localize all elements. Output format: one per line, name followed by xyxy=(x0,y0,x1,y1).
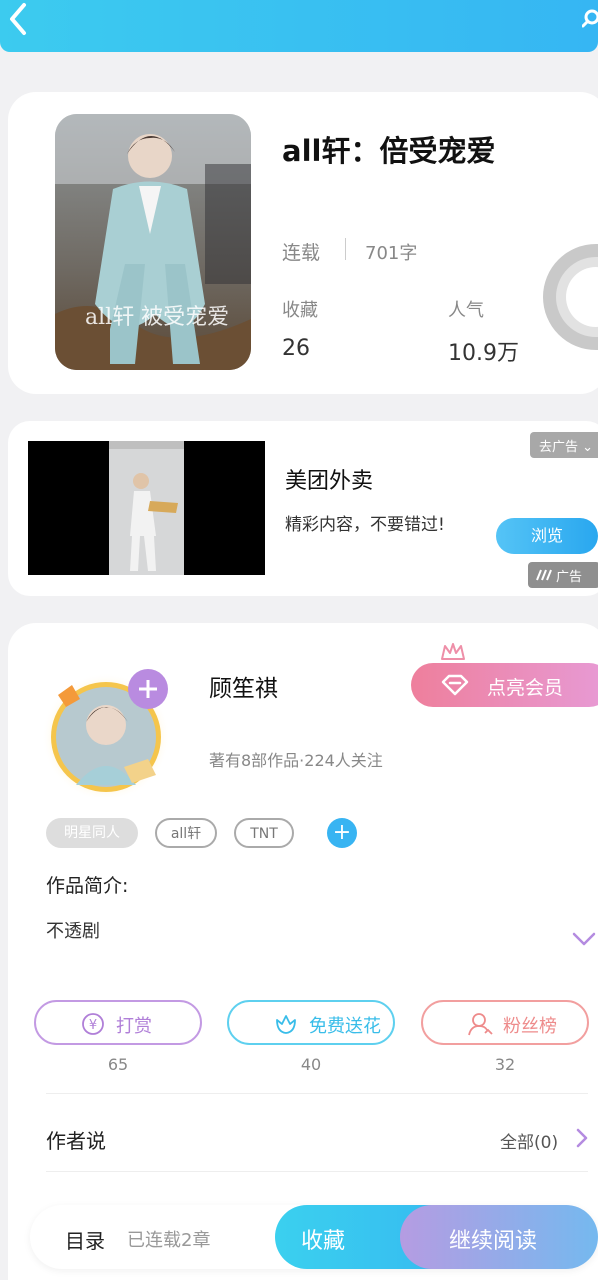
floating-widget[interactable] xyxy=(536,244,598,350)
author-stats: 著有8部作品·224人关注 xyxy=(209,751,383,770)
chevron-down-icon[interactable] xyxy=(572,931,596,947)
author-avatar[interactable] xyxy=(36,667,176,801)
book-info-card: all轩 被受宠爱 all轩：倍受宠爱 连载 701字 收藏 26 人气 10.… xyxy=(8,92,598,394)
close-ad-button[interactable]: 去广告 ⌄ xyxy=(530,432,598,458)
serial-status: 连载 xyxy=(282,242,321,264)
continue-reading-button[interactable]: 继续阅读 xyxy=(400,1205,598,1269)
flower-icon xyxy=(276,1015,296,1034)
ad-logo-icon xyxy=(536,569,552,581)
chapters-count: 已连载2章 xyxy=(127,1230,211,1251)
search-button[interactable] xyxy=(581,8,598,28)
browse-button[interactable]: 浏览 xyxy=(496,518,598,554)
continue-reading-label: 继续阅读 xyxy=(449,1229,538,1254)
add-tag-button[interactable]: + xyxy=(327,818,357,848)
ad-card[interactable]: 美团外卖 精彩内容，不要错过! 去广告 ⌄ 浏览 广告 xyxy=(8,421,598,596)
user-icon xyxy=(468,1013,493,1036)
ring-icon xyxy=(543,244,598,350)
avatar-image xyxy=(42,669,170,801)
author-name[interactable]: 顾笙祺 xyxy=(209,669,278,703)
popularity-label: 人气 xyxy=(448,300,484,321)
fans-ranking-button[interactable]: 粉丝榜 xyxy=(421,1000,589,1045)
chevron-down-icon: ⌄ xyxy=(582,440,594,455)
ad-badge-label: 广告 xyxy=(556,570,583,585)
tag-all-xuan[interactable]: all轩 xyxy=(155,818,217,848)
intro-text: 不透剧 xyxy=(46,921,100,942)
search-icon xyxy=(581,9,598,28)
top-bar xyxy=(0,0,598,52)
flower-count: 40 xyxy=(300,1055,322,1074)
ad-video[interactable] xyxy=(28,441,265,575)
author-info-card: 顾笙祺 著有8部作品·224人关注 点亮会员 明星同人 all轩 TNT + 作… xyxy=(8,623,598,1280)
reward-count: 65 xyxy=(107,1055,129,1074)
divider xyxy=(46,1093,588,1094)
divider xyxy=(46,1171,588,1172)
crown-icon xyxy=(441,643,465,660)
popularity-value: 10.9万 xyxy=(448,341,519,366)
cover-text: all轩 被受宠爱 xyxy=(85,305,229,330)
status-divider xyxy=(345,238,346,260)
yen-symbol: ¥ xyxy=(89,1018,97,1033)
word-count: 701字 xyxy=(365,243,418,264)
diamond-icon xyxy=(441,674,469,696)
tag-celebrity-fanfic[interactable]: 明星同人 xyxy=(46,818,138,848)
fans-count: 32 xyxy=(494,1055,516,1074)
free-flower-label: 免费送花 xyxy=(309,1016,381,1037)
tag-tnt[interactable]: TNT xyxy=(234,818,294,848)
back-button[interactable] xyxy=(4,2,34,36)
book-title: all轩：倍受宠爱 xyxy=(282,134,496,168)
fans-ranking-label: 粉丝榜 xyxy=(503,1016,557,1037)
vip-label: 点亮会员 xyxy=(487,677,564,699)
ad-video-frame xyxy=(28,441,265,575)
favorites-label: 收藏 xyxy=(282,300,318,321)
activate-vip-button[interactable]: 点亮会员 xyxy=(411,663,598,707)
chevron-left-icon xyxy=(10,3,26,35)
author-says-all-link[interactable]: 全部(0) xyxy=(500,1128,558,1153)
bottom-action-bar: 目录 已连载2章 收藏 继续阅读 xyxy=(30,1205,598,1269)
author-says-label: 作者说 xyxy=(46,1129,106,1153)
table-of-contents-button[interactable]: 目录 xyxy=(65,1225,105,1254)
intro-label: 作品简介: xyxy=(46,875,129,897)
close-ad-label: 去广告 xyxy=(539,440,579,455)
reward-button[interactable]: ¥ 打赏 xyxy=(34,1000,202,1045)
reward-label: 打赏 xyxy=(116,1016,152,1037)
book-cover[interactable]: all轩 被受宠爱 xyxy=(55,114,251,370)
ad-description: 精彩内容，不要错过! xyxy=(285,515,445,535)
ad-badge: 广告 xyxy=(528,562,598,588)
yen-coin-icon: ¥ xyxy=(82,1013,104,1035)
free-flower-button[interactable]: 免费送花 xyxy=(227,1000,395,1045)
cover-image: all轩 被受宠爱 xyxy=(55,114,251,370)
collect-label: 收藏 xyxy=(301,1229,346,1254)
favorites-value: 26 xyxy=(282,336,310,361)
chevron-right-icon[interactable] xyxy=(575,1127,589,1149)
ad-title: 美团外卖 xyxy=(285,469,374,494)
